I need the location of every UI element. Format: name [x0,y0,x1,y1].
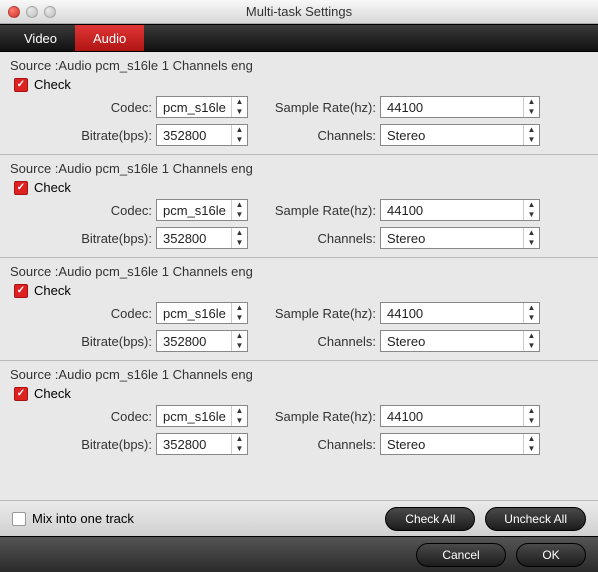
check-label: Check [34,283,71,298]
bitrate-label: Bitrate(bps): [10,334,156,349]
stepper-arrows[interactable]: ▲▼ [231,406,247,426]
stepper-arrows[interactable]: ▲▼ [231,97,247,117]
mix-into-one-track[interactable]: Mix into one track [12,511,134,526]
audio-track: Source :Audio pcm_s16le 1 Channels eng C… [0,360,598,463]
tab-audio[interactable]: Audio [75,25,144,51]
sample-rate-spinner[interactable]: 44100 ▲▼ [380,302,540,324]
source-label: Source :Audio pcm_s16le 1 Channels eng [10,367,588,382]
sample-rate-spinner[interactable]: 44100 ▲▼ [380,96,540,118]
bitrate-spinner[interactable]: 352800 ▲▼ [156,330,248,352]
window-title: Multi-task Settings [0,4,598,19]
codec-spinner-value: pcm_s16le [163,306,226,321]
sample-rate-label: Sample Rate(hz): [264,203,380,218]
stepper-arrows[interactable]: ▲▼ [231,434,247,454]
stepper-arrows[interactable]: ▲▼ [523,125,539,145]
sample-rate-spinner[interactable]: 44100 ▲▼ [380,199,540,221]
bitrate-label: Bitrate(bps): [10,437,156,452]
sample-rate-spinner[interactable]: 44100 ▲▼ [380,405,540,427]
stepper-arrows[interactable]: ▲▼ [231,331,247,351]
source-label: Source :Audio pcm_s16le 1 Channels eng [10,161,588,176]
codec-spinner-value: pcm_s16le [163,100,226,115]
check-row[interactable]: Check [14,283,588,298]
audio-track: Source :Audio pcm_s16le 1 Channels eng C… [0,257,598,360]
codec-label: Codec: [10,409,156,424]
sample-rate-spinner-value: 44100 [387,306,423,321]
uncheck-all-button[interactable]: Uncheck All [485,507,586,531]
stepper-arrows[interactable]: ▲▼ [231,303,247,323]
stepper-arrows[interactable]: ▲▼ [231,125,247,145]
stepper-arrows[interactable]: ▲▼ [523,406,539,426]
track-checkbox[interactable] [14,284,28,298]
bitrate-spinner[interactable]: 352800 ▲▼ [156,227,248,249]
tab-bar: Video Audio [0,24,598,52]
bitrate-spinner[interactable]: 352800 ▲▼ [156,124,248,146]
codec-spinner-value: pcm_s16le [163,203,226,218]
audio-track: Source :Audio pcm_s16le 1 Channels eng C… [0,52,598,154]
content-area: Source :Audio pcm_s16le 1 Channels eng C… [0,52,598,500]
source-label: Source :Audio pcm_s16le 1 Channels eng [10,264,588,279]
check-label: Check [34,180,71,195]
codec-label: Codec: [10,203,156,218]
channels-label: Channels: [264,437,380,452]
check-row[interactable]: Check [14,180,588,195]
check-label: Check [34,386,71,401]
bitrate-label: Bitrate(bps): [10,128,156,143]
channels-spinner-value: Stereo [387,231,425,246]
channels-label: Channels: [264,128,380,143]
bitrate-spinner[interactable]: 352800 ▲▼ [156,433,248,455]
track-checkbox[interactable] [14,387,28,401]
track-checkbox[interactable] [14,181,28,195]
stepper-arrows[interactable]: ▲▼ [523,331,539,351]
sample-rate-spinner-value: 44100 [387,409,423,424]
stepper-arrows[interactable]: ▲▼ [523,200,539,220]
codec-spinner[interactable]: pcm_s16le ▲▼ [156,199,248,221]
channels-spinner[interactable]: Stereo ▲▼ [380,227,540,249]
stepper-arrows[interactable]: ▲▼ [231,228,247,248]
codec-label: Codec: [10,100,156,115]
stepper-arrows[interactable]: ▲▼ [523,228,539,248]
channels-label: Channels: [264,334,380,349]
footer-options: Mix into one track Check All Uncheck All [0,500,598,536]
mix-label: Mix into one track [32,511,134,526]
codec-spinner[interactable]: pcm_s16le ▲▼ [156,96,248,118]
cancel-button[interactable]: Cancel [416,543,506,567]
channels-label: Channels: [264,231,380,246]
sample-rate-spinner-value: 44100 [387,203,423,218]
codec-spinner-value: pcm_s16le [163,409,226,424]
codec-spinner[interactable]: pcm_s16le ▲▼ [156,405,248,427]
stepper-arrows[interactable]: ▲▼ [523,303,539,323]
codec-label: Codec: [10,306,156,321]
stepper-arrows[interactable]: ▲▼ [523,434,539,454]
check-label: Check [34,77,71,92]
bitrate-spinner-value: 352800 [163,437,206,452]
sample-rate-label: Sample Rate(hz): [264,409,380,424]
mix-checkbox[interactable] [12,512,26,526]
bitrate-spinner-value: 352800 [163,334,206,349]
check-all-button[interactable]: Check All [385,507,475,531]
check-row[interactable]: Check [14,386,588,401]
channels-spinner[interactable]: Stereo ▲▼ [380,124,540,146]
stepper-arrows[interactable]: ▲▼ [231,200,247,220]
bitrate-spinner-value: 352800 [163,231,206,246]
footer-actions: Cancel OK [0,536,598,572]
ok-button[interactable]: OK [516,543,586,567]
tab-video[interactable]: Video [6,25,75,51]
bitrate-label: Bitrate(bps): [10,231,156,246]
sample-rate-label: Sample Rate(hz): [264,100,380,115]
audio-track: Source :Audio pcm_s16le 1 Channels eng C… [0,154,598,257]
codec-spinner[interactable]: pcm_s16le ▲▼ [156,302,248,324]
stepper-arrows[interactable]: ▲▼ [523,97,539,117]
sample-rate-label: Sample Rate(hz): [264,306,380,321]
titlebar: Multi-task Settings [0,0,598,24]
track-checkbox[interactable] [14,78,28,92]
check-row[interactable]: Check [14,77,588,92]
bitrate-spinner-value: 352800 [163,128,206,143]
channels-spinner-value: Stereo [387,437,425,452]
channels-spinner-value: Stereo [387,334,425,349]
source-label: Source :Audio pcm_s16le 1 Channels eng [10,58,588,73]
channels-spinner-value: Stereo [387,128,425,143]
sample-rate-spinner-value: 44100 [387,100,423,115]
channels-spinner[interactable]: Stereo ▲▼ [380,330,540,352]
channels-spinner[interactable]: Stereo ▲▼ [380,433,540,455]
